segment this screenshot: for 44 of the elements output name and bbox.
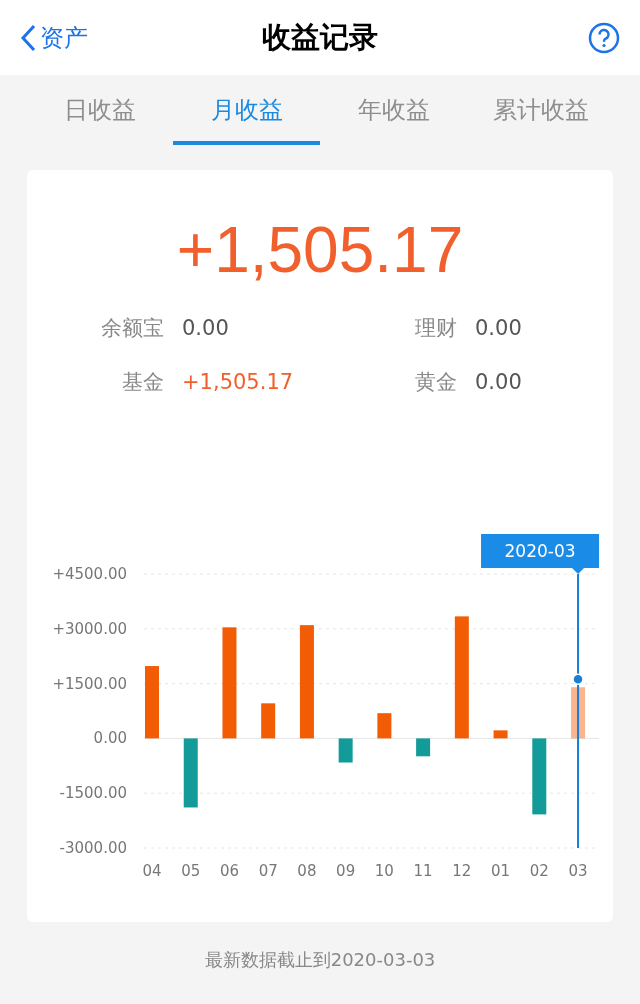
item-label: 理财 — [414, 315, 457, 342]
x-tick-label: 03 — [568, 862, 588, 880]
item-label: 余额宝 — [100, 315, 164, 342]
item-value: 0.00 — [475, 315, 522, 342]
page-title: 收益记录 — [262, 18, 378, 56]
help-icon[interactable] — [588, 21, 620, 54]
tooltip-label: 2020-03 — [504, 541, 576, 561]
x-tick-label: 10 — [374, 862, 394, 880]
item-value: 0.00 — [182, 315, 229, 342]
item-value: 0.00 — [475, 368, 522, 396]
total-income: +1,505.17 — [176, 213, 464, 288]
tab[interactable]: 累计收益 — [467, 75, 614, 145]
item-label: 黄金 — [414, 368, 457, 396]
bar — [338, 738, 353, 763]
x-tick-label: 12 — [452, 862, 472, 880]
y-tick-label: +1500.00 — [52, 674, 127, 693]
y-tick-label: -3000.00 — [59, 839, 127, 857]
x-tick-label: 06 — [219, 862, 239, 880]
y-tick-label: +4500.00 — [52, 565, 127, 583]
tab[interactable]: 月收益 — [173, 75, 320, 145]
x-tick-label: 01 — [491, 862, 511, 880]
item-label: 基金 — [121, 368, 164, 396]
bar — [261, 703, 276, 739]
chevron-left-icon — [20, 23, 36, 52]
x-tick-label: 07 — [258, 862, 278, 880]
x-tick-label: 11 — [413, 862, 433, 880]
x-tick-label: 08 — [297, 862, 317, 880]
y-tick-label: 0.00 — [93, 729, 127, 748]
tab[interactable]: 日收益 — [26, 75, 173, 145]
bar — [377, 713, 392, 739]
bar — [416, 738, 431, 757]
y-tick-label: +3000.00 — [52, 619, 127, 638]
bar — [571, 687, 586, 739]
x-tick-label: 02 — [529, 862, 549, 880]
y-tick-label: -1500.00 — [59, 784, 127, 803]
x-tick-label: 09 — [336, 862, 356, 880]
item-value: +1,505.17 — [182, 368, 294, 396]
data-date-note: 最新数据截止到2020-03-03 — [204, 948, 436, 972]
x-tick-label: 04 — [142, 862, 162, 880]
tab[interactable]: 年收益 — [320, 75, 467, 145]
bar — [183, 738, 198, 808]
x-tick-label: 05 — [181, 862, 201, 880]
bar — [493, 730, 508, 739]
back-button[interactable]: 资产 — [20, 19, 88, 56]
